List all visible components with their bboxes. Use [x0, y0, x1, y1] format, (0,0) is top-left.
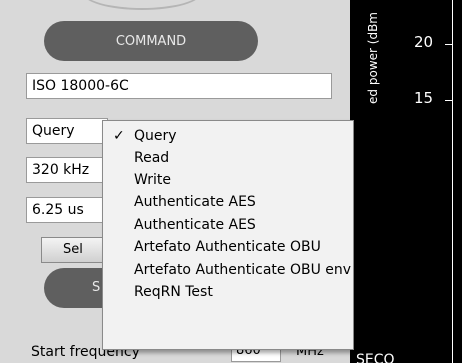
y-tick-label-15: 15: [414, 89, 434, 107]
chart-y-axis-label: ed power (dBm: [366, 12, 380, 104]
start-button-label: S: [92, 280, 101, 295]
menu-item-artefato-authenticate-obu[interactable]: Artefato Authenticate OBU: [103, 236, 353, 258]
menu-item-reqrn-test[interactable]: ReqRN Test: [103, 281, 353, 303]
protocol-field[interactable]: ISO 18000-6C: [26, 73, 332, 99]
top-knob[interactable]: [82, 0, 202, 10]
menu-item-artefato-authenticate-obu-env[interactable]: Artefato Authenticate OBU env: [103, 259, 353, 281]
command-dropdown-menu: ✓ Query Read Write Authenticate AES Auth…: [102, 120, 354, 350]
time-select[interactable]: 6.25 us: [26, 197, 108, 223]
menu-item-read[interactable]: Read: [103, 147, 353, 169]
menu-item-authenticate-aes[interactable]: Authenticate AES: [103, 191, 353, 213]
chart-y-axis-line: [452, 0, 453, 363]
menu-item-label: ReqRN Test: [134, 284, 213, 300]
frequency-select[interactable]: 320 kHz: [26, 157, 108, 183]
command-select[interactable]: Query: [26, 118, 108, 144]
menu-item-authenticate-aes-2[interactable]: Authenticate AES: [103, 214, 353, 236]
menu-item-query[interactable]: ✓ Query: [103, 125, 353, 147]
select-button-label: Sel: [63, 242, 83, 257]
checkmark-icon: ✓: [113, 128, 125, 144]
menu-item-label: Artefato Authenticate OBU env: [134, 262, 352, 278]
command-button[interactable]: COMMAND: [44, 21, 258, 61]
menu-item-label: Query: [134, 128, 177, 144]
menu-item-label: Write: [134, 172, 171, 188]
menu-item-write[interactable]: Write: [103, 169, 353, 191]
y-tick-label-20: 20: [414, 33, 434, 51]
menu-item-label: Authenticate AES: [134, 217, 256, 233]
menu-item-label: Authenticate AES: [134, 194, 256, 210]
command-button-label: COMMAND: [115, 33, 187, 49]
menu-item-label: Artefato Authenticate OBU: [134, 239, 321, 255]
menu-item-label: Read: [134, 150, 170, 166]
chart-bottom-label: SECO: [356, 352, 395, 363]
